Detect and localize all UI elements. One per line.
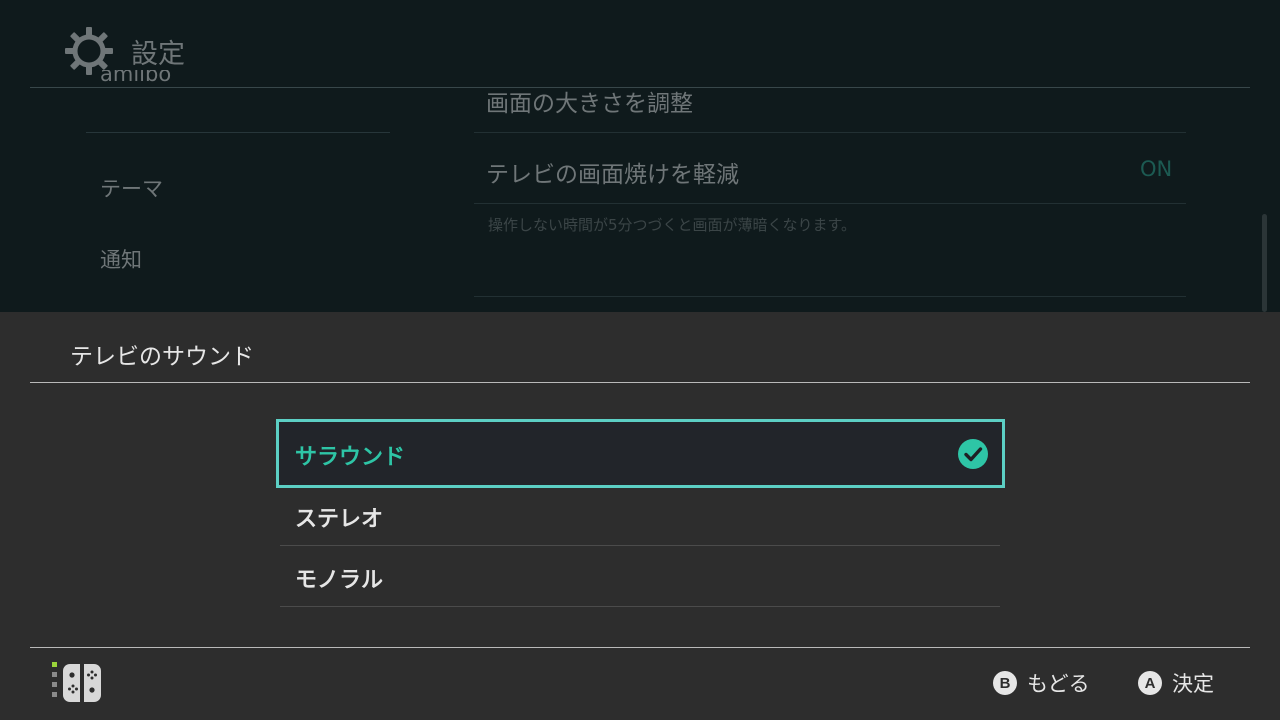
header: 設定 <box>0 0 1280 88</box>
option-mono[interactable]: モノラル <box>280 546 1000 607</box>
sidebar-item-amiibo[interactable]: amiibo <box>100 70 171 87</box>
settings-background: 設定 amiibo テーマ 通知 画面の大きさを調整 テレビの画面焼けを軽減 O… <box>0 0 1280 312</box>
sidebar-item-theme[interactable]: テーマ <box>100 173 163 203</box>
scrollbar[interactable] <box>1262 214 1267 312</box>
setting-divider <box>474 132 1186 133</box>
b-button-icon: B <box>993 671 1017 695</box>
option-label: モノラル <box>295 568 384 593</box>
sidebar-item-notifications[interactable]: 通知 <box>100 244 142 274</box>
option-divider <box>280 606 1000 607</box>
option-stereo[interactable]: ステレオ <box>280 485 1000 546</box>
confirm-button[interactable]: A 決定 <box>1138 668 1214 698</box>
a-button-icon: A <box>1138 671 1162 695</box>
option-label: サラウンド <box>295 445 406 470</box>
dialog-title: テレビのサウンド <box>70 344 254 370</box>
dialog-title-divider <box>30 382 1250 383</box>
back-button[interactable]: B もどる <box>993 668 1090 698</box>
setting-burn-in-reduction[interactable]: テレビの画面焼けを軽減 <box>486 155 739 189</box>
sidebar-item-label: amiibo <box>100 70 172 86</box>
option-surround[interactable]: サラウンド <box>276 419 1005 488</box>
check-icon <box>958 439 988 469</box>
footer-divider <box>30 647 1250 648</box>
back-label: もどる <box>1027 672 1090 696</box>
page-title: 設定 <box>131 39 185 70</box>
screen: 設定 amiibo テーマ 通知 画面の大きさを調整 テレビの画面焼けを軽減 O… <box>0 0 1280 720</box>
controller-icon <box>52 662 101 702</box>
gear-icon <box>65 27 113 75</box>
confirm-label: 決定 <box>1172 672 1214 696</box>
sidebar-divider <box>86 132 390 133</box>
setting-divider <box>474 296 1186 297</box>
setting-screen-size[interactable]: 画面の大きさを調整 <box>486 84 693 118</box>
setting-description: 操作しない時間が5分つづくと画面が薄暗くなります。 <box>488 216 857 234</box>
option-label: ステレオ <box>295 507 384 532</box>
setting-divider <box>474 203 1186 204</box>
tv-sound-dialog: テレビのサウンド サラウンド ステレオ モノラル B もどる A 決定 <box>0 312 1280 720</box>
burn-in-status-value: ON <box>1140 157 1173 181</box>
